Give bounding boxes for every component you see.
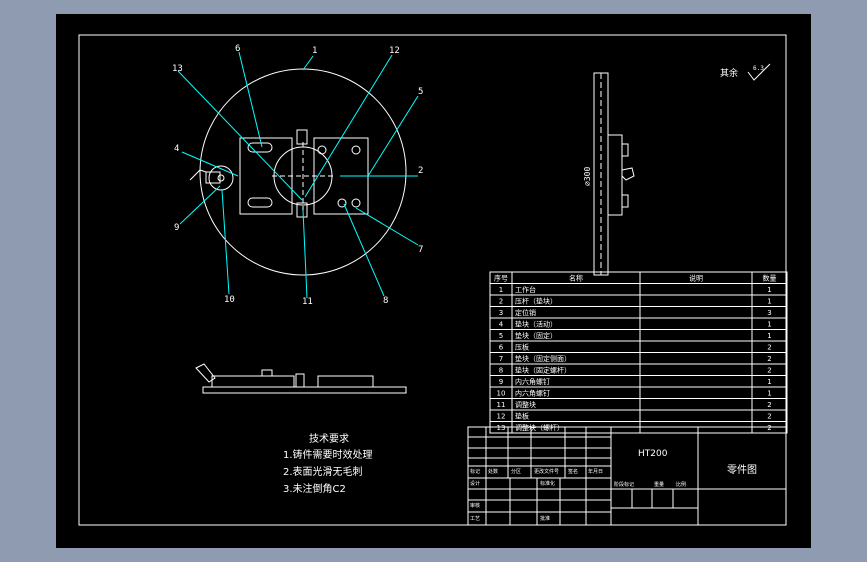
balloon-6: 6 [235,44,240,54]
parts-table-cell-qty: 1 [767,321,771,329]
parts-table-cell-no: 6 [499,344,504,352]
balloon-11: 11 [302,297,313,307]
parts-table-cell-qty: 1 [767,286,771,294]
parts-table-cell-name: 垫块（固定侧面） [515,354,571,363]
roughness-value: 6.3 [753,65,764,72]
parts-table-cell-no: 2 [499,298,503,306]
parts-table-cell-no: 4 [499,321,504,329]
balloon-5: 5 [418,87,423,97]
parts-table-cell-no: 7 [499,355,503,363]
roughness-note: 其余 [720,67,738,79]
parts-table-cell-name: 工作台 [515,285,536,294]
balloon-1: 1 [312,46,317,56]
tb-label-date: 年月日 [588,468,603,475]
parts-table-cell-no: 3 [499,309,503,317]
drawing-name: 零件图 [727,464,757,476]
tb-label-scale: 比例 [676,481,686,488]
parts-table-cell-qty: 2 [767,355,771,363]
parts-table-cell-name: 压板 [515,343,529,352]
parts-table-cell-no: 9 [499,378,503,386]
parts-table-cell-name: 垫块（固定螺杆） [515,366,571,375]
tb-label-design: 设计 [470,480,480,487]
balloon-2: 2 [418,166,423,176]
parts-table-cell-name: 内六角螺钉 [515,389,550,398]
tb-label-process: 工艺 [470,516,480,522]
cad-drawing-viewport[interactable]: 1 2 4 5 6 7 8 9 10 11 12 13 ⌀300 其余 6.3 … [0,0,867,562]
balloon-10: 10 [224,295,235,305]
tech-requirement-2: 2.表面光滑无毛刺 [283,465,363,478]
balloon-13: 13 [172,64,183,74]
tb-label-sign: 签名 [568,468,578,475]
tb-label-approve: 批准 [540,515,550,522]
parts-table-cell-name: 调整块 [515,400,536,409]
tech-requirements-title: 技术要求 [309,432,349,445]
tech-requirement-3: 3.未注倒角C2 [283,482,346,495]
drawing-number: HT200 [638,449,668,459]
tb-label-stage: 阶段标记 [614,481,634,488]
parts-table-cell-qty: 3 [767,309,771,317]
balloon-9: 9 [174,223,179,233]
parts-table-cell-qty: 2 [767,413,771,421]
tb-label-zone: 分区 [511,468,521,475]
side-dimension-label: ⌀300 [583,167,592,186]
tb-label-count: 处数 [488,468,498,475]
parts-table-header: 说明 [689,274,703,283]
parts-table-header: 序号 [494,274,508,283]
parts-table-cell-name: 定位销 [515,308,536,317]
parts-table-cell-name: 垫板 [515,412,529,421]
cad-drawing-canvas: 1 2 4 5 6 7 8 9 10 11 12 13 ⌀300 其余 6.3 … [0,0,867,562]
parts-table-cell-no: 12 [497,413,506,421]
tb-label-review: 审核 [470,502,480,509]
parts-table-cell-qty: 2 [767,424,771,432]
balloon-12: 12 [389,46,400,56]
parts-table-cell-name: 垫块（活动） [515,320,557,329]
parts-table-cell-no: 5 [499,332,503,340]
tb-label-weight: 重量 [654,481,664,488]
parts-table-cell-no: 10 [497,390,506,398]
parts-table-header: 数量 [763,274,777,283]
parts-table-cell-name: 垫块（固定） [515,331,557,340]
tb-label-mark: 标记 [470,468,480,475]
parts-table-cell-qty: 1 [767,390,771,398]
parts-table-cell-qty: 2 [767,344,771,352]
parts-table-cell-qty: 2 [767,367,771,375]
parts-table-cell-qty: 1 [767,378,771,386]
parts-table-cell-name: 内六角螺钉 [515,377,550,386]
tb-label-change: 更改文件号 [534,468,559,475]
balloon-4: 4 [174,144,179,154]
parts-table-cell-no: 1 [499,286,503,294]
parts-table-cell-name: 压杆（垫块） [515,297,557,306]
parts-table-cell-no: 11 [497,401,506,409]
tb-label-standard: 标准化 [540,480,555,487]
parts-table-cell-qty: 2 [767,401,771,409]
parts-table-cell-no: 13 [497,424,506,432]
balloon-7: 7 [418,245,423,255]
parts-table-cell-no: 8 [499,367,503,375]
parts-table-cell-qty: 1 [767,298,771,306]
parts-table-cell-qty: 1 [767,332,771,340]
tech-requirement-1: 1.铸件需要时效处理 [283,448,373,461]
parts-table-header: 名称 [569,274,583,283]
balloon-8: 8 [383,296,388,306]
